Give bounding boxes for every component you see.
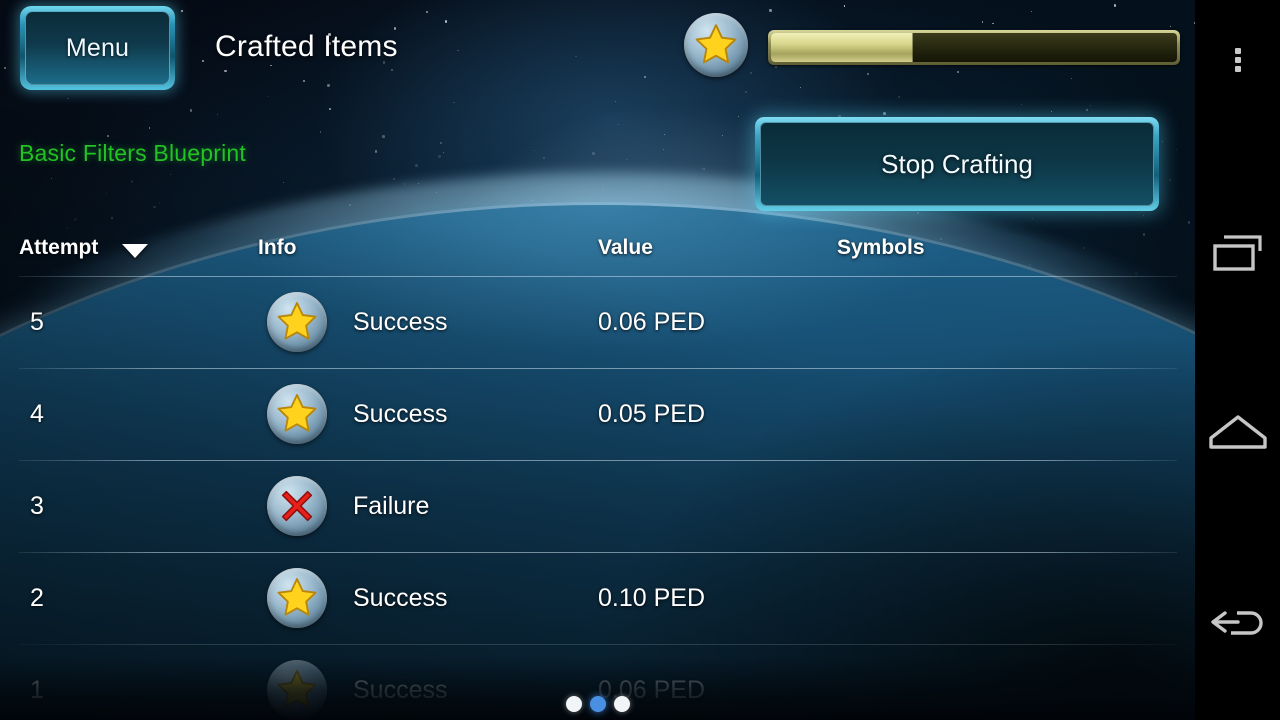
table-row[interactable]: 3 Failure <box>0 460 1195 552</box>
star-icon <box>695 24 737 64</box>
pagination-dot[interactable] <box>565 696 582 712</box>
screen: Menu Crafted Items Basic Filters Bluepri… <box>0 0 1280 720</box>
table-row[interactable]: 4 Success 0.05 PED <box>0 368 1195 460</box>
column-header-info[interactable]: Info <box>258 236 296 260</box>
cell-attempt: 2 <box>30 583 44 612</box>
android-navigation-bar <box>1195 0 1280 720</box>
recents-icon <box>1212 235 1262 271</box>
column-header-value[interactable]: Value <box>598 236 653 260</box>
cell-info: Failure <box>353 491 430 520</box>
column-header-attempt[interactable]: Attempt <box>19 236 98 260</box>
menu-button-label-wrap: Menu <box>25 11 170 85</box>
menu-button[interactable]: Menu <box>20 6 175 90</box>
overflow-dot <box>1234 57 1241 63</box>
cell-attempt: 5 <box>30 307 44 336</box>
pagination-dots <box>0 696 1195 712</box>
cell-info: Success <box>353 583 448 612</box>
row-divider <box>19 460 1177 461</box>
cell-attempt: 4 <box>30 399 44 428</box>
star-icon <box>277 302 317 340</box>
cell-status-icon <box>267 276 327 368</box>
progress-fill <box>771 33 914 62</box>
app-content: Menu Crafted Items Basic Filters Bluepri… <box>0 0 1195 720</box>
pagination-dot[interactable] <box>589 696 606 712</box>
star-badge-icon <box>267 292 327 352</box>
table-header-row: Attempt Info Value Symbols <box>0 228 1195 276</box>
back-icon <box>1210 611 1263 635</box>
cell-value: 0.05 PED <box>598 399 706 428</box>
star-badge-icon <box>267 568 327 628</box>
column-header-symbols[interactable]: Symbols <box>837 236 925 260</box>
table-row[interactable]: 5 Success 0.06 PED <box>0 276 1195 368</box>
menu-button-label: Menu <box>65 33 130 62</box>
table-row[interactable]: 2 Success 0.10 PED <box>0 552 1195 644</box>
stop-crafting-label-wrap: Stop Crafting <box>760 122 1154 206</box>
pagination-dot[interactable] <box>613 696 630 712</box>
star-badge-icon <box>267 384 327 444</box>
overflow-dot <box>1234 66 1241 72</box>
crafted-items-table: Attempt Info Value Symbols 5 Success 0.06 … <box>0 228 1195 720</box>
cell-status-icon <box>267 460 327 552</box>
cell-attempt: 3 <box>30 491 44 520</box>
overflow-dot <box>1234 48 1241 54</box>
recents-button[interactable] <box>1195 175 1280 335</box>
stop-crafting-button[interactable]: Stop Crafting <box>755 117 1159 211</box>
home-button[interactable] <box>1195 335 1280 530</box>
cross-badge-icon <box>267 476 327 536</box>
stop-crafting-label: Stop Crafting <box>881 148 1033 179</box>
star-icon <box>277 394 317 432</box>
star-icon <box>277 578 317 616</box>
cell-info: Success <box>353 307 448 336</box>
cell-status-icon <box>267 552 327 644</box>
home-icon <box>1208 414 1267 449</box>
cell-info: Success <box>353 399 448 428</box>
overflow-dots <box>1234 45 1241 75</box>
progress-track <box>771 33 1177 62</box>
navbar-spacer <box>1195 120 1280 175</box>
table-body: 5 Success 0.06 PED 4 Success 0.05 PED 3 Failure… <box>0 276 1195 720</box>
overflow-menu-icon[interactable] <box>1195 0 1280 120</box>
cell-value: 0.10 PED <box>598 583 706 612</box>
sort-desc-icon[interactable] <box>122 244 148 258</box>
star-badge-icon <box>684 13 748 77</box>
cell-status-icon <box>267 368 327 460</box>
back-button[interactable] <box>1195 530 1280 720</box>
crafting-progress-bar <box>768 30 1180 65</box>
blueprint-name: Basic Filters Blueprint <box>19 140 247 166</box>
page-title: Crafted Items <box>215 30 398 63</box>
cross-icon <box>281 490 313 522</box>
cell-value: 0.06 PED <box>598 307 706 336</box>
